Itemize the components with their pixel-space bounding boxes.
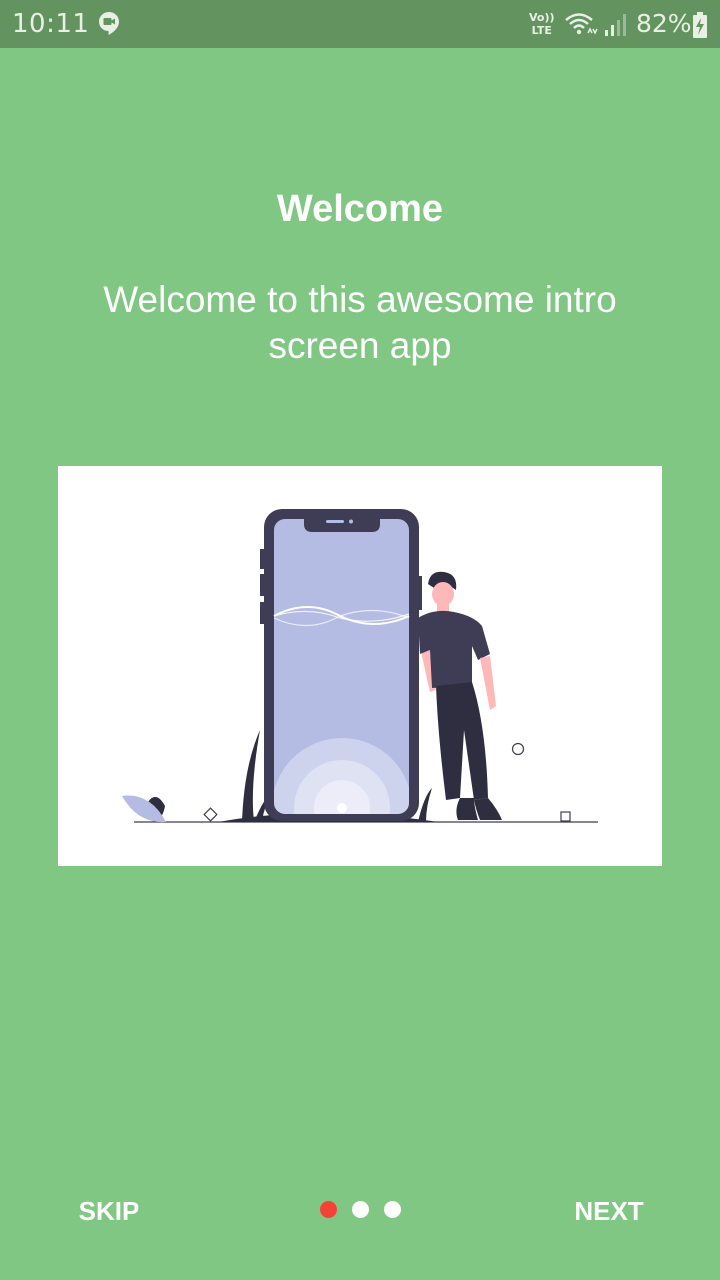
hangouts-icon <box>99 12 119 35</box>
intro-illustration <box>58 466 662 866</box>
page-title: Welcome <box>276 188 444 230</box>
signal-icon <box>605 14 626 36</box>
page-dot[interactable] <box>352 1201 369 1218</box>
battery-charging-icon <box>693 12 707 38</box>
volte-icon: Vo)) LTE <box>529 11 555 37</box>
page-dot-active[interactable] <box>320 1201 337 1218</box>
status-time: 10:11 <box>12 9 90 39</box>
wifi-icon <box>565 13 598 35</box>
page-dot[interactable] <box>384 1201 401 1218</box>
volte-bottom-label: LTE <box>531 24 552 37</box>
skip-button[interactable]: SKIP <box>62 1183 156 1239</box>
page-indicator <box>310 1200 420 1220</box>
status-bar: 10:11 Vo)) LTE 82% <box>0 0 720 48</box>
next-button[interactable]: NEXT <box>560 1183 658 1239</box>
battery-percent: 82% <box>636 9 692 38</box>
page-description: Welcome to this awesome intro screen app <box>103 279 617 366</box>
person-leaning-on-phone-illustration <box>122 509 598 823</box>
volte-top-label: Vo)) <box>529 11 555 24</box>
